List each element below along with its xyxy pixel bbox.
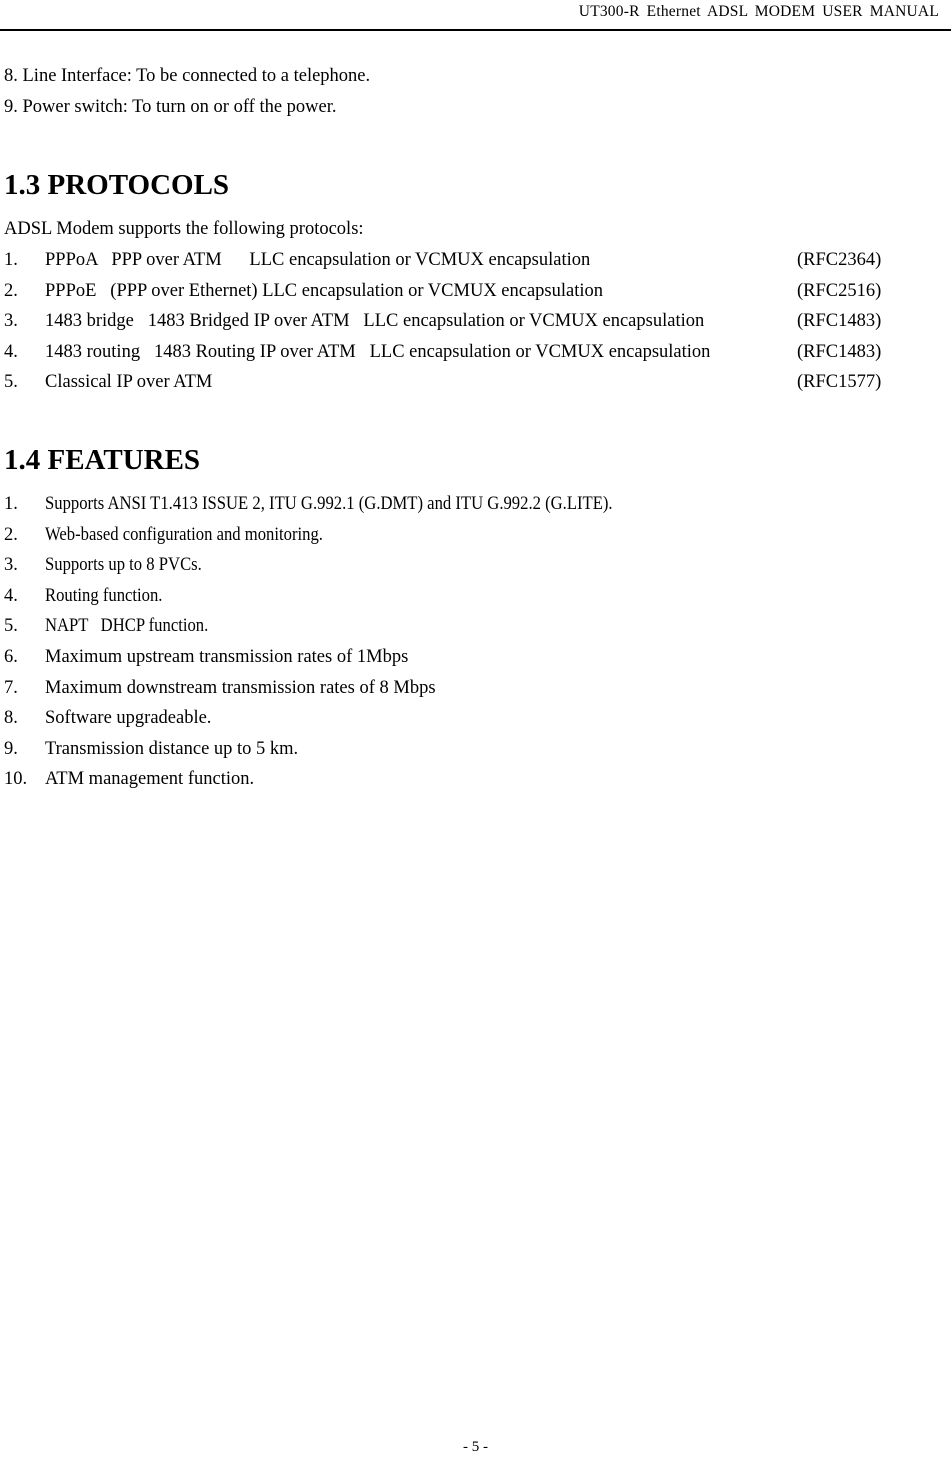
feature-number: 8. [4,708,18,729]
feature-number: 5. [4,616,18,637]
page-number: - 5 - [463,1439,488,1455]
feature-text: Supports up to 8 PVCs. [45,555,202,576]
feature-item: 4. Routing function. [4,585,904,616]
feature-text: Supports ANSI T1.413 ISSUE 2, ITU G.992.… [45,494,613,514]
protocol-text: Classical IP over ATM [45,372,213,393]
feature-item: 9. Transmission distance up to 5 km. [4,738,904,769]
page-header: UT300-R Ethernet ADSL MODEM USER MANUAL [0,0,951,31]
feature-text: NAPT DHCP function. [45,616,209,637]
feature-number: 9. [4,738,18,759]
protocol-text: 1483 bridge 1483 Bridged IP over ATM LLC… [45,311,705,332]
feature-text: Routing function. [45,585,163,606]
protocol-text: 1483 routing 1483 Routing IP over ATM LL… [45,341,711,362]
feature-item: 8. Software upgradeable. [4,707,904,738]
feature-text: Web-based configuration and monitoring. [45,524,323,545]
protocol-text: PPPoE (PPP over Ethernet) LLC encapsulat… [45,280,604,301]
feature-item: 5. NAPT DHCP function. [4,615,904,646]
feature-text: Maximum downstream transmission rates of… [45,677,436,698]
protocol-item: 2. PPPoE (PPP over Ethernet) LLC encapsu… [4,280,904,311]
manual-title: UT300-R Ethernet ADSL MODEM USER MANUAL [578,3,939,20]
intro-item-line-interface: 8. Line Interface: To be connected to a … [4,66,371,86]
protocol-number: 3. [4,311,18,332]
protocol-item: 1. PPPoA PPP over ATM LLC encapsulation … [4,249,904,280]
features-heading: 1.4 FEATURES [4,444,201,476]
feature-number: 1. [4,494,18,514]
feature-text: ATM management function. [45,769,255,790]
protocol-text: PPPoA PPP over ATM LLC encapsulation or … [45,250,591,270]
protocol-rfc: (RFC1577) [797,372,882,393]
feature-number: 3. [4,555,18,576]
feature-item: 7. Maximum downstream transmission rates… [4,677,904,708]
intro-item-power-switch: 9. Power switch: To turn on or off the p… [4,97,337,117]
protocol-number: 4. [4,341,18,362]
protocol-number: 5. [4,372,18,393]
feature-number: 2. [4,524,18,545]
feature-number: 4. [4,585,18,606]
feature-item: 6. Maximum upstream transmission rates o… [4,646,904,677]
feature-item: 3. Supports up to 8 PVCs. [4,554,904,585]
protocol-rfc: (RFC1483) [797,341,882,362]
feature-text: Software upgradeable. [45,708,212,729]
protocols-intro: ADSL Modem supports the following protoc… [4,219,364,239]
protocol-rfc: (RFC1483) [797,311,882,332]
feature-text: Transmission distance up to 5 km. [45,738,299,759]
protocols-list: 1. PPPoA PPP over ATM LLC encapsulation … [4,249,904,402]
feature-text: Maximum upstream transmission rates of 1… [45,646,409,667]
feature-item: 1. Supports ANSI T1.413 ISSUE 2, ITU G.9… [4,493,904,524]
protocol-item: 5. Classical IP over ATM (RFC1577) [4,371,904,402]
protocol-item: 3. 1483 bridge 1483 Bridged IP over ATM … [4,310,904,341]
feature-item: 2. Web-based configuration and monitorin… [4,524,904,555]
protocol-rfc: (RFC2364) [797,250,882,270]
protocol-number: 2. [4,280,18,301]
feature-number: 10. [4,769,28,790]
protocol-number: 1. [4,250,18,270]
feature-number: 6. [4,646,18,667]
protocol-item: 4. 1483 routing 1483 Routing IP over ATM… [4,341,904,372]
protocols-heading: 1.3 PROTOCOLS [4,169,230,201]
protocol-rfc: (RFC2516) [797,280,882,301]
features-list: 1. Supports ANSI T1.413 ISSUE 2, ITU G.9… [4,493,904,799]
feature-item: 10. ATM management function. [4,768,904,799]
feature-number: 7. [4,677,18,698]
